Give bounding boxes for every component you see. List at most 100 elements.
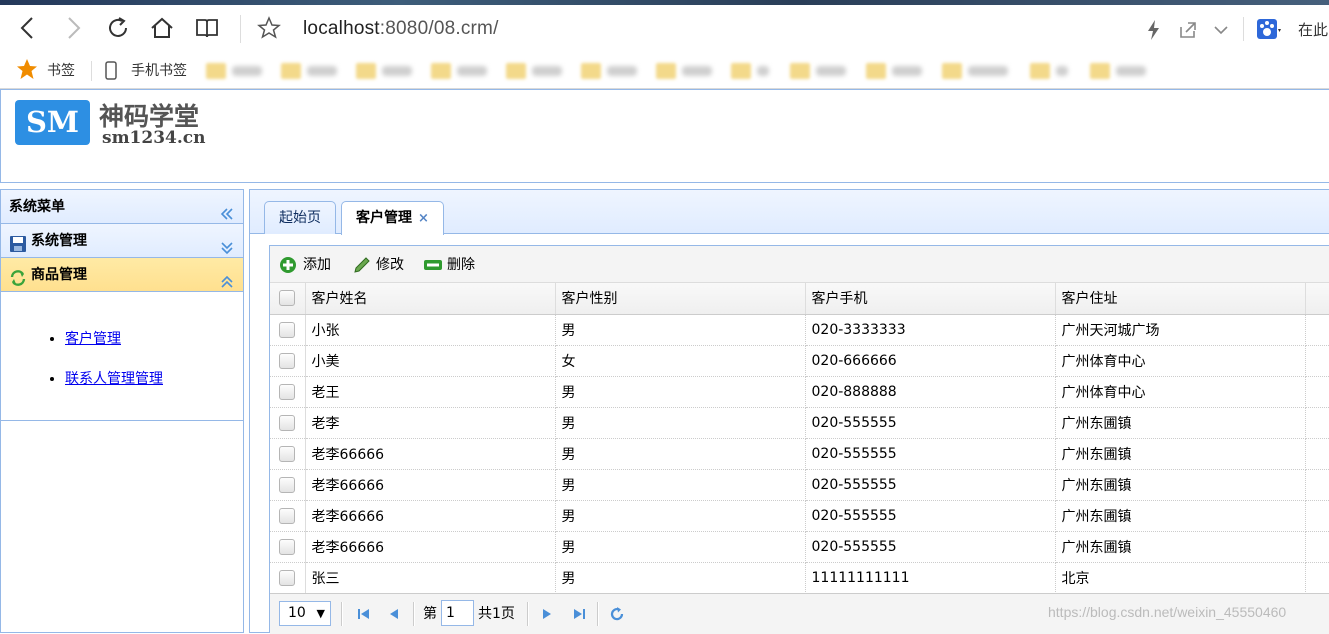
contact-management-link[interactable]: 联系人管理管理 [65,371,163,387]
star-filled-icon [16,58,38,80]
blurred-bookmark[interactable] [581,62,641,80]
add-label: 添加 [303,257,331,273]
mobile-bookmarks-link[interactable]: 手机书签 [131,61,187,81]
table-cell: 广州东圃镇 [1055,469,1306,501]
tab-label: 客户管理 [356,210,412,226]
page-size-select[interactable]: 10 ▼ [279,601,331,626]
expand-down-icon[interactable] [220,234,234,255]
add-button[interactable]: 添加 [279,255,331,275]
table-cell: 广州东圃镇 [1055,531,1306,563]
row-select-cell [270,531,306,563]
row-checkbox[interactable] [279,538,296,555]
lightning-icon[interactable] [1141,17,1167,43]
divider [1243,17,1244,41]
accordion-system-management[interactable]: 系统管理 [1,224,243,258]
divider [240,15,241,43]
system-menu-header: 系统菜单 [1,190,243,224]
table-row[interactable]: 老李66666 男 020-555555 广州东圃镇 [270,500,1329,532]
blurred-bookmark[interactable] [1090,62,1150,80]
row-select-cell [270,500,306,532]
refresh-icon[interactable] [608,605,626,623]
search-box-text[interactable]: 在此 [1298,19,1328,40]
table-cell: 11111111111 [805,562,1056,594]
reader-icon[interactable] [194,15,220,41]
blurred-bookmark[interactable] [281,62,341,80]
row-select-cell [270,469,306,501]
row-checkbox[interactable] [279,352,296,369]
table-row[interactable]: 小美女 020-666666 广州体育中心 [270,345,1329,377]
column-header[interactable]: 客户住址 [1055,283,1306,315]
row-checkbox[interactable] [279,321,296,338]
page-number-input[interactable]: 1 [441,600,474,626]
back-icon[interactable] [15,15,41,41]
blurred-bookmark[interactable] [1030,62,1090,80]
row-checkbox[interactable] [279,445,296,462]
blurred-bookmark[interactable] [942,62,1008,80]
table-row[interactable]: 老李男 020-555555 广州东圃镇 [270,407,1329,439]
chevron-down-icon[interactable] [1208,17,1234,43]
table-cell: 广州东圃镇 [1055,438,1306,470]
delete-label: 删除 [447,257,475,273]
table-cell-filler [1305,438,1329,470]
prev-page-icon[interactable] [385,605,403,623]
row-checkbox[interactable] [279,507,296,524]
table-cell: 北京 [1055,562,1306,594]
collapse-up-icon[interactable] [220,268,234,288]
column-header[interactable]: 客户手机 [805,283,1056,315]
table-cell: 020-555555 [805,407,1056,439]
tab-customer-management[interactable]: 客户管理 × [341,201,444,235]
blurred-bookmark[interactable] [866,62,926,80]
home-icon[interactable] [149,15,175,41]
first-page-icon[interactable] [355,605,373,623]
reload-icon[interactable] [105,15,131,41]
bookmarks-link[interactable]: 书签 [47,61,75,81]
edit-button[interactable]: 修改 [352,255,404,275]
blurred-bookmark[interactable] [356,62,416,80]
floppy-disk-icon [9,232,27,252]
table-cell-filler [1305,407,1329,439]
table-header-row: 客户姓名 客户性别 客户手机 客户住址 [270,283,1329,315]
blurred-bookmark[interactable] [790,62,850,80]
table-cell: 020-555555 [805,500,1056,532]
accordion-product-management[interactable]: 商品管理 [1,258,243,292]
delete-button[interactable]: 删除 [423,255,475,275]
blurred-bookmark[interactable] [431,62,491,80]
close-icon[interactable]: × [418,211,429,226]
next-page-icon[interactable] [538,605,556,623]
table-row[interactable]: 老李66666 男 020-555555 广州东圃镇 [270,531,1329,563]
blurred-bookmark[interactable] [656,62,716,80]
table-cell-filler [1305,562,1329,594]
blurred-bookmark[interactable] [506,62,566,80]
table-cell: 男 [555,500,806,532]
last-page-icon[interactable] [570,605,588,623]
url-field[interactable]: localhost:8080/08.crm/ [303,18,499,40]
row-select-cell [270,438,306,470]
tabs-bar: 起始页 客户管理 × [250,190,1329,235]
column-header[interactable]: 客户姓名 [305,283,556,315]
collapse-left-icon[interactable] [220,200,234,220]
table-row[interactable]: 老李66666 男 020-555555 广州东圃镇 [270,438,1329,470]
table-row[interactable]: 老李66666 男 020-555555 广州东圃镇 [270,469,1329,501]
customer-management-link[interactable]: 客户管理 [65,331,121,347]
table-cell: 男 [555,438,806,470]
column-header[interactable]: 客户性别 [555,283,806,315]
row-checkbox[interactable] [279,476,296,493]
share-icon[interactable] [1175,17,1201,43]
row-checkbox[interactable] [279,414,296,431]
select-all-checkbox[interactable] [279,290,296,307]
tab-home[interactable]: 起始页 [264,201,336,234]
edit-label: 修改 [376,257,404,273]
accordion-label: 商品管理 [31,267,87,283]
star-icon[interactable] [256,15,282,41]
row-checkbox[interactable] [279,383,296,400]
table-row[interactable]: 老王男 020-888888 广州体育中心 [270,376,1329,408]
blurred-bookmark[interactable] [206,62,266,80]
blurred-bookmark[interactable] [731,62,791,80]
table-row[interactable]: 张三男 11111111111 北京 [270,562,1329,594]
forward-icon[interactable] [60,15,86,41]
table-cell: 小张 [305,314,556,346]
paw-search-icon[interactable] [1256,17,1282,43]
row-checkbox[interactable] [279,569,296,586]
table-cell: 老王 [305,376,556,408]
table-row[interactable]: 小张男 020-3333333 广州天河城广场 [270,314,1329,346]
